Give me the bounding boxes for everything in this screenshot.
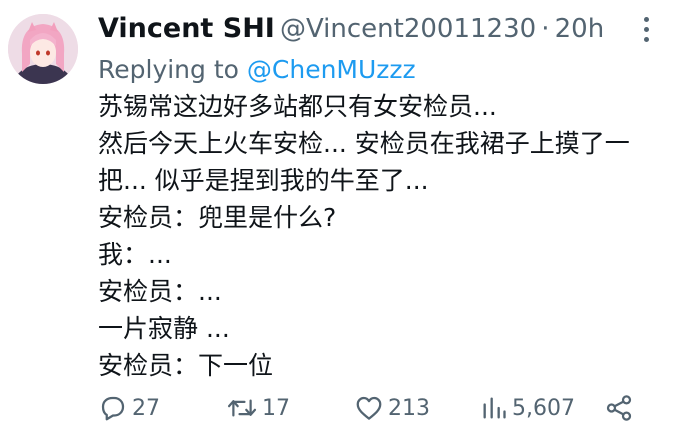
tweet-text-line: 一片寂静 ... <box>98 314 230 343</box>
share-button[interactable] <box>604 386 634 430</box>
views-icon <box>483 397 506 419</box>
tweet-text-line: 安检员：下一位 <box>98 351 274 380</box>
tweet-text-line: 我：... <box>98 240 172 269</box>
author-handle[interactable]: @Vincent20011230 <box>280 14 536 44</box>
avatar[interactable] <box>8 14 78 84</box>
tweet: Vincent SHI @Vincent20011230 · 20h Reply… <box>0 0 680 436</box>
mention-link[interactable]: @ChenMUzzz <box>247 55 416 84</box>
replying-to: Replying to @ChenMUzzz <box>98 54 416 86</box>
views-count: 5,607 <box>512 395 575 421</box>
tweet-text-line: 把... 似乎是捏到我的牛至了... <box>98 166 429 195</box>
separator-dot: · <box>541 14 550 44</box>
reply-button[interactable]: 27 <box>98 386 160 430</box>
action-bar: 27 17 213 5,607 <box>98 386 658 430</box>
heart-icon <box>356 396 382 420</box>
timestamp[interactable]: 20h <box>555 14 605 44</box>
avatar-image <box>8 14 78 84</box>
retweet-count: 17 <box>262 395 290 421</box>
reply-count: 27 <box>132 395 160 421</box>
like-count: 213 <box>388 395 430 421</box>
like-button[interactable]: 213 <box>354 386 430 430</box>
reply-icon <box>101 396 125 421</box>
tweet-text-line: 苏锡常这边好多站都只有女安检员... <box>98 92 497 121</box>
tweet-text: 苏锡常这边好多站都只有女安检员... 然后今天上火车安检... 安检员在我裙子上… <box>98 88 668 384</box>
retweet-button[interactable]: 17 <box>226 386 290 430</box>
tweet-text-line: 然后今天上火车安检... 安检员在我裙子上摸了一 <box>98 129 630 158</box>
replying-to-label: Replying to <box>98 55 247 84</box>
tweet-text-line: 安检员：... <box>98 277 222 306</box>
tweet-header: Vincent SHI @Vincent20011230 · 20h <box>98 12 604 49</box>
share-icon <box>606 395 632 421</box>
more-icon[interactable] <box>636 14 656 44</box>
author-name[interactable]: Vincent SHI <box>98 13 275 44</box>
views-button[interactable]: 5,607 <box>480 386 575 430</box>
retweet-icon <box>227 399 257 417</box>
tweet-text-line: 安检员：兜里是什么? <box>98 203 337 232</box>
